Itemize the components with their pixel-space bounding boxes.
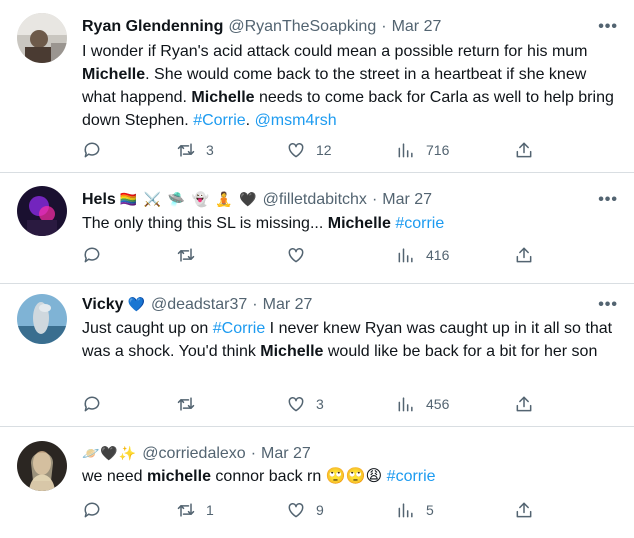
display-name[interactable]: Ryan Glendenning: [82, 18, 223, 36]
reply-icon: [84, 396, 100, 412]
retweet-button[interactable]: [176, 394, 206, 414]
tweet-header: Vicky 💙 @deadstar37 · Mar 27: [82, 296, 594, 314]
like-count: 3: [316, 396, 324, 412]
views-chart-icon: [398, 397, 413, 412]
share-icon: [516, 142, 532, 158]
more-options-button[interactable]: •••: [598, 296, 618, 314]
display-name[interactable]: Vicky: [82, 296, 124, 314]
share-button[interactable]: [514, 500, 534, 520]
name-emoji: 💙: [127, 297, 146, 313]
tweet-date[interactable]: Mar 27: [263, 296, 313, 314]
avatar[interactable]: [17, 186, 67, 236]
share-button[interactable]: [514, 394, 534, 414]
user-handle[interactable]: @filletdabitchx: [263, 191, 367, 209]
tweet-item[interactable]: Vicky 💙 @deadstar37 · Mar 27 ••• Just ca…: [0, 284, 634, 427]
display-name[interactable]: Hels: [82, 191, 116, 209]
avatar-image: [17, 13, 67, 63]
like-button[interactable]: 3: [286, 394, 324, 414]
tweet-header: Ryan Glendenning @RyanTheSoapking · Mar …: [82, 18, 594, 36]
view-count: 416: [426, 247, 450, 263]
share-button[interactable]: [514, 140, 534, 160]
user-handle[interactable]: @RyanTheSoapking: [228, 18, 376, 36]
avatar[interactable]: [17, 294, 67, 344]
retweet-count: 3: [206, 142, 214, 158]
share-button[interactable]: [514, 245, 534, 265]
view-count: 5: [426, 502, 434, 518]
name-emoji: 🪐🖤✨: [82, 446, 138, 462]
avatar[interactable]: [17, 13, 67, 63]
tweet-item[interactable]: Ryan Glendenning @RyanTheSoapking · Mar …: [0, 0, 634, 173]
tweet-item[interactable]: Hels 🏳️‍🌈 ⚔️ 🛸 👻 🧘 🖤 @filletdabitchx · M…: [0, 173, 634, 284]
tweet-text: I wonder if Ryan's acid attack could mea…: [82, 43, 614, 129]
avatar-image: [17, 441, 67, 491]
reply-button[interactable]: [82, 500, 112, 520]
reply-button[interactable]: [82, 245, 112, 265]
tweet-feed: Ryan Glendenning @RyanTheSoapking · Mar …: [0, 0, 634, 538]
share-icon: [516, 502, 532, 518]
separator-dot: ·: [371, 191, 378, 208]
heart-icon: [288, 142, 304, 158]
like-count: 12: [316, 142, 332, 158]
separator-dot: ·: [381, 18, 387, 35]
tweet-header: Hels 🏳️‍🌈 ⚔️ 🛸 👻 🧘 🖤 @filletdabitchx · M…: [82, 191, 594, 209]
retweet-count: 1: [206, 502, 214, 518]
reply-icon: [84, 247, 100, 263]
views-button[interactable]: 5: [396, 500, 434, 520]
tweet-text: we need michelle connor back rn 🙄🙄😩 #cor…: [82, 468, 436, 485]
tweet-date[interactable]: Mar 27: [261, 445, 311, 463]
tweet-date[interactable]: Mar 27: [392, 18, 442, 36]
views-button[interactable]: 416: [396, 245, 449, 265]
user-handle[interactable]: @deadstar37: [151, 296, 247, 314]
tweet-actions: 3 456: [82, 394, 542, 418]
retweet-icon: [177, 503, 195, 517]
more-options-button[interactable]: •••: [598, 191, 618, 209]
separator-dot: ·: [252, 296, 258, 313]
tweet-actions: 3 12 716: [82, 140, 542, 164]
retweet-icon: [177, 143, 195, 157]
reply-icon: [84, 502, 100, 518]
reply-button[interactable]: [82, 140, 112, 160]
views-button[interactable]: 716: [396, 140, 449, 160]
reply-button[interactable]: [82, 394, 112, 414]
like-count: 9: [316, 502, 324, 518]
retweet-button[interactable]: 1: [176, 500, 214, 520]
like-button[interactable]: [286, 245, 316, 265]
separator-dot: ·: [250, 445, 257, 462]
retweet-icon: [177, 397, 195, 411]
tweet-date[interactable]: Mar 27: [382, 191, 432, 209]
heart-icon: [288, 396, 304, 412]
name-emoji: 🏳️‍🌈 ⚔️ 🛸 👻 🧘 🖤: [119, 192, 258, 208]
heart-icon: [288, 502, 304, 518]
share-icon: [516, 396, 532, 412]
view-count: 716: [426, 142, 450, 158]
avatar-image: [17, 294, 67, 344]
avatar-image: [17, 186, 67, 236]
retweet-button[interactable]: 3: [176, 140, 214, 160]
tweet-item[interactable]: 🪐🖤✨ @corriedalexo · Mar 27 we need miche…: [0, 427, 634, 538]
views-chart-icon: [398, 248, 413, 263]
retweet-icon: [177, 248, 195, 262]
retweet-button[interactable]: [176, 245, 206, 265]
like-button[interactable]: 12: [286, 140, 332, 160]
views-button[interactable]: 456: [396, 394, 449, 414]
reply-icon: [84, 142, 100, 158]
tweet-text: The only thing this SL is missing... Mic…: [82, 215, 445, 232]
share-icon: [516, 247, 532, 263]
more-options-button[interactable]: •••: [598, 18, 618, 36]
tweet-header: 🪐🖤✨ @corriedalexo · Mar 27: [82, 445, 594, 463]
tweet-text: Just caught up on #Corrie I never knew R…: [82, 320, 613, 360]
tweet-actions: 1 9 5: [82, 500, 542, 524]
views-chart-icon: [398, 503, 413, 518]
user-handle[interactable]: @corriedalexo: [142, 445, 245, 463]
tweet-actions: 416: [82, 245, 542, 269]
heart-icon: [288, 247, 304, 263]
views-chart-icon: [398, 143, 413, 158]
avatar[interactable]: [17, 441, 67, 491]
view-count: 456: [426, 396, 450, 412]
like-button[interactable]: 9: [286, 500, 324, 520]
